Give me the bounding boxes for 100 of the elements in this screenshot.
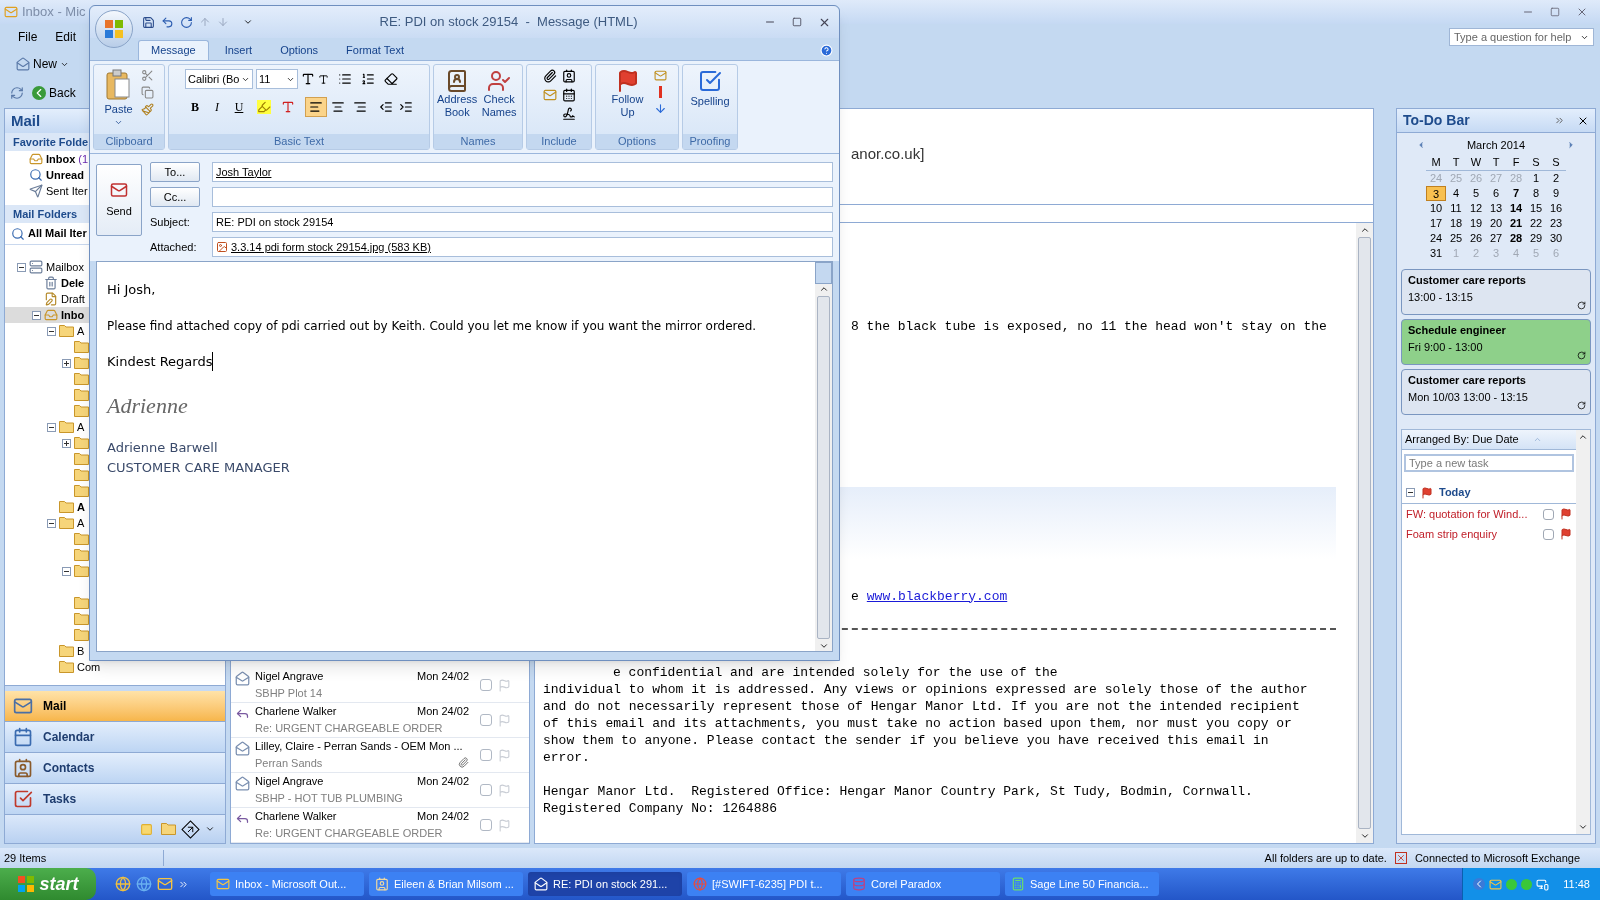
network-icon[interactable]	[1536, 877, 1550, 891]
envelope-icon[interactable]	[1489, 877, 1503, 891]
connection-status[interactable]: Connected to Microsoft Exchange	[1414, 849, 1596, 867]
to-button[interactable]: To...	[150, 162, 200, 182]
expand-toggle[interactable]	[62, 358, 71, 368]
calendar-day[interactable]: 17	[1426, 216, 1446, 231]
start-button[interactable]: start	[0, 868, 96, 900]
calendar-day[interactable]: 8	[1526, 186, 1546, 201]
scroll-up-icon[interactable]	[1359, 225, 1370, 235]
high-importance-icon[interactable]	[658, 86, 662, 98]
appointment-card[interactable]: Customer care reports Mon 10/03 13:00 - 13:15	[1401, 369, 1591, 415]
task-checkbox[interactable]	[480, 819, 492, 831]
folder-tree-item[interactable]	[74, 373, 89, 385]
calendar-day[interactable]: 29	[1526, 231, 1546, 246]
task-checkbox[interactable]	[480, 714, 492, 726]
appointment-card[interactable]: Schedule engineer Fri 9:00 - 13:00	[1401, 319, 1591, 365]
align-button[interactable]	[305, 97, 327, 117]
scroll-down-icon[interactable]	[1578, 822, 1588, 832]
collapse-toggle[interactable]	[47, 326, 56, 336]
follow-up-button[interactable]: Follow Up	[607, 69, 648, 119]
notes-icon[interactable]	[140, 822, 153, 836]
increase-indent-icon[interactable]	[399, 100, 413, 114]
browser-icon[interactable]	[115, 876, 131, 892]
font-color-icon[interactable]	[281, 100, 295, 114]
collapse-toggle[interactable]	[47, 518, 56, 528]
calendar-day[interactable]: 16	[1546, 201, 1566, 216]
underline-button[interactable]: U	[229, 97, 249, 117]
calendar-day[interactable]: 12	[1466, 201, 1486, 216]
scroll-up-icon[interactable]	[818, 284, 829, 294]
folder-tree-item[interactable]	[74, 485, 89, 497]
clear-formatting-icon[interactable]	[384, 72, 398, 86]
taskbar-button[interactable]: Inbox - Microsoft Out...	[210, 872, 364, 896]
calendar-day[interactable]: 11	[1446, 201, 1466, 216]
folder-tree-item[interactable]: A	[59, 498, 85, 516]
message-list-item[interactable]: Nigel Angrave Mon 24/02 SBHP - HOT TUB PLUMBING	[231, 773, 529, 808]
task-item[interactable]: Foam strip enquiry	[1402, 524, 1576, 544]
expand-tray-icon[interactable]	[1473, 878, 1486, 890]
task-checkbox[interactable]	[480, 679, 492, 691]
previous-month-icon[interactable]	[1416, 140, 1426, 151]
task-checkbox[interactable]	[480, 784, 492, 796]
flag-icon[interactable]	[1560, 508, 1572, 520]
favorite-folder-item[interactable]: Sent Iter	[29, 182, 88, 200]
ribbon-tab[interactable]: Insert	[212, 40, 265, 60]
collapse-toggle[interactable]	[32, 310, 41, 320]
expand-icon[interactable]	[1554, 115, 1565, 126]
calendar-day[interactable]: 13	[1486, 201, 1506, 216]
calendar-day[interactable]: 5	[1466, 186, 1486, 201]
maximize-icon[interactable]	[792, 17, 802, 27]
calendar-icon[interactable]	[561, 88, 576, 102]
calendar-day[interactable]: 27	[1486, 231, 1506, 246]
calendar-day[interactable]: 28	[1506, 231, 1526, 246]
favorite-folder-item[interactable]: Inbox (1	[29, 150, 89, 168]
folder-tree-item[interactable]	[74, 453, 89, 465]
folder-tree-item[interactable]	[74, 389, 89, 401]
folder-tree-item[interactable]	[74, 629, 89, 641]
favorite-folder-item[interactable]: Unread	[29, 166, 84, 184]
help-icon[interactable]	[820, 44, 833, 57]
ribbon-tab[interactable]: Options	[268, 40, 331, 60]
all-mail-items[interactable]: All Mail Iter	[11, 225, 87, 242]
scroll-up-icon[interactable]	[1578, 432, 1588, 442]
calendar-day[interactable]: 24	[1426, 231, 1446, 246]
back-button[interactable]: Back	[32, 84, 76, 102]
calendar-day[interactable]: 31	[1426, 246, 1446, 261]
cut-icon[interactable]	[140, 69, 154, 82]
cc-button[interactable]: Cc...	[150, 187, 200, 207]
message-list-item[interactable]: Lilley, Claire - Perran Sands - OEM Mon ... Perran Sands	[231, 738, 529, 773]
address-book-button[interactable]: Address Book	[437, 69, 478, 119]
paste-button[interactable]: Paste	[104, 69, 133, 127]
menu-item[interactable]: File	[18, 28, 38, 46]
font-size-dropdown[interactable]: 11	[256, 69, 298, 89]
folder-tree-item[interactable]: A	[59, 322, 85, 340]
calendar-day[interactable]: 6	[1486, 186, 1506, 201]
bold-button[interactable]: B	[185, 97, 205, 117]
menu-item[interactable]: Edit	[55, 28, 77, 46]
calendar-day[interactable]: 15	[1526, 201, 1546, 216]
folder-icon[interactable]	[161, 823, 176, 835]
numbering-icon[interactable]	[361, 72, 375, 86]
down-arrow-icon[interactable]	[217, 16, 229, 28]
navigation-button[interactable]: Contacts	[5, 753, 225, 784]
collapse-toggle[interactable]	[47, 422, 56, 432]
website-link[interactable]: www.blackberry.com	[866, 586, 1008, 606]
redo-icon[interactable]	[180, 15, 193, 29]
maximize-icon[interactable]	[1550, 7, 1560, 17]
cc-field[interactable]	[212, 187, 833, 207]
bullets-icon[interactable]	[338, 72, 352, 86]
low-importance-icon[interactable]	[653, 102, 667, 115]
calendar-day[interactable]: 21	[1506, 216, 1526, 231]
scrollbar-thumb[interactable]	[1358, 237, 1371, 829]
folder-tree-item[interactable]: A	[59, 514, 85, 532]
appointment-card[interactable]: Customer care reports 13:00 - 13:15	[1401, 269, 1591, 315]
envelope-icon[interactable]	[157, 876, 173, 892]
task-checkbox[interactable]	[480, 749, 492, 761]
calendar-day[interactable]: 18	[1446, 216, 1466, 231]
next-month-icon[interactable]	[1566, 140, 1576, 151]
new-task-field[interactable]: Type a new task	[1404, 454, 1574, 472]
navigation-button[interactable]: Tasks	[5, 784, 225, 815]
to-field[interactable]: Josh Taylor	[212, 162, 833, 182]
folder-tree-item[interactable]: A	[59, 418, 85, 436]
message-list-item[interactable]: Charlene Walker Mon 24/02 Re: URGENT CHARGEABLE ORDER	[231, 808, 529, 843]
check-names-button[interactable]: Check Names	[479, 69, 519, 119]
